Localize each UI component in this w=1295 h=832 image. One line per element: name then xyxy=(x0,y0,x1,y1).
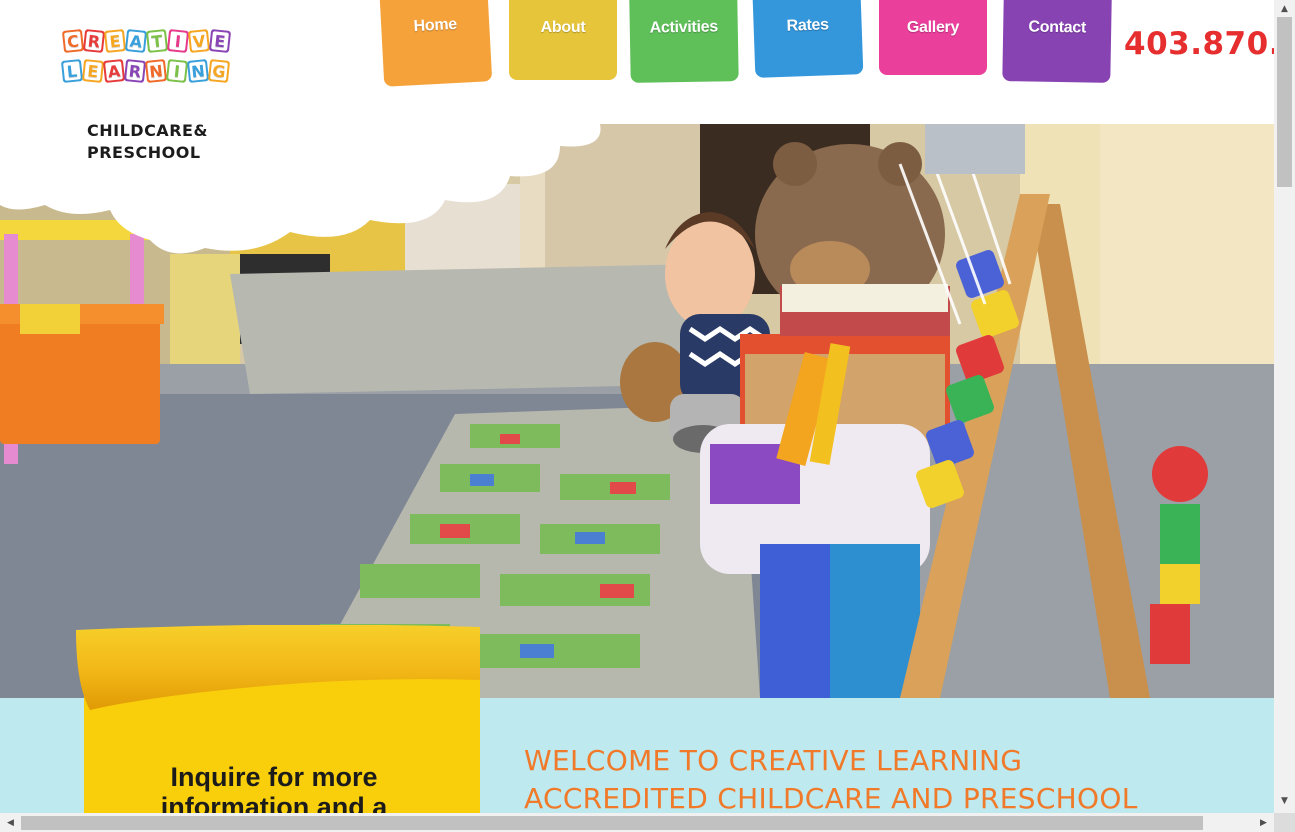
logo-creative-letter-tile: A xyxy=(124,29,148,53)
logo-creative-letter-tile: R xyxy=(82,29,106,53)
horizontal-scroll-thumb[interactable] xyxy=(21,816,1203,830)
scroll-left-arrow-icon[interactable]: ◀ xyxy=(2,813,19,832)
logo-learning-letter: N xyxy=(147,60,165,82)
logo-creative-letter: V xyxy=(190,30,208,52)
horizontal-scrollbar[interactable]: ◀ ▶ xyxy=(0,813,1274,832)
logo-creative-letter-tile: I xyxy=(166,29,190,53)
phone-number-link[interactable]: 403.870.8 xyxy=(1124,26,1274,62)
logo-learning-letter-tile: L xyxy=(60,59,84,83)
logo-subtitle: CHILDCARE& PRESCHOOL xyxy=(87,120,247,164)
logo-learning-letter: E xyxy=(84,61,102,81)
scroll-down-arrow-icon[interactable]: ▼ xyxy=(1274,792,1295,809)
logo-creative-letter-tile: E xyxy=(208,29,232,53)
logo-creative-letter: A xyxy=(127,30,145,52)
logo-creative-letter: E xyxy=(106,31,124,51)
logo-creative-letter: R xyxy=(85,30,103,52)
vertical-scroll-thumb[interactable] xyxy=(1277,17,1292,187)
logo-learning-letter: I xyxy=(168,61,186,81)
logo-learning-letter-tile: R xyxy=(123,59,147,83)
inquire-text-line2: information and a xyxy=(160,792,388,813)
logo-creative-letter: I xyxy=(169,31,187,51)
nav-contact[interactable]: Contact xyxy=(1002,0,1112,83)
nav-rates[interactable]: Rates xyxy=(752,0,864,78)
nav-activities[interactable]: Activities xyxy=(629,0,739,83)
logo-learning-letter-tile: N xyxy=(144,59,168,83)
logo-word-creative: CREATIVE xyxy=(61,29,232,53)
welcome-heading-line2: ACCREDITED CHILDCARE AND PRESCHOOL xyxy=(524,782,1138,813)
scrollbar-corner xyxy=(1274,813,1295,832)
inquire-text: Inquire for more information and a xyxy=(84,762,464,813)
welcome-heading-line1: WELCOME TO CREATIVE LEARNING xyxy=(524,744,1023,777)
logo-learning-letter-tile: N xyxy=(186,59,210,83)
logo-creative-letter: C xyxy=(64,31,82,51)
scroll-up-arrow-icon[interactable]: ▲ xyxy=(1274,0,1295,17)
logo-learning-letter-tile: E xyxy=(81,59,105,83)
welcome-heading: WELCOME TO CREATIVE LEARNING ACCREDITED … xyxy=(524,742,1264,813)
logo-learning-letter: L xyxy=(63,61,81,81)
nav-home[interactable]: Home xyxy=(379,0,493,87)
logo-creative-letter-tile: C xyxy=(61,29,85,53)
logo-creative-letter: E xyxy=(211,31,229,51)
logo-learning-letter-tile: G xyxy=(207,59,231,83)
logo-learning-letter-tile: A xyxy=(102,59,126,83)
logo-learning-letter: A xyxy=(105,60,123,82)
logo-learning-letter: G xyxy=(210,60,228,82)
logo-creative-letter-tile: V xyxy=(187,29,211,53)
logo-learning-letter: N xyxy=(189,60,207,82)
logo-subtitle-line2: PRESCHOOL xyxy=(87,143,201,162)
vertical-scrollbar[interactable]: ▲ ▼ xyxy=(1274,0,1295,813)
page-viewport: CREATIVE LEARNING CHILDCARE& PRESCHOOL H… xyxy=(0,0,1274,813)
site-logo[interactable]: CREATIVE LEARNING CHILDCARE& PRESCHOOL xyxy=(60,28,260,168)
nav-about[interactable]: About xyxy=(509,0,617,80)
inquire-text-line1: Inquire for more xyxy=(170,762,378,792)
logo-creative-letter-tile: T xyxy=(145,29,169,53)
logo-creative-letter: T xyxy=(148,31,166,51)
logo-word-learning: LEARNING xyxy=(60,59,231,83)
scroll-right-arrow-icon[interactable]: ▶ xyxy=(1255,813,1272,832)
logo-learning-letter-tile: I xyxy=(165,59,189,83)
logo-learning-letter: R xyxy=(126,60,144,82)
logo-subtitle-line1: CHILDCARE& xyxy=(87,121,208,140)
logo-creative-letter-tile: E xyxy=(103,29,127,53)
nav-gallery[interactable]: Gallery xyxy=(879,0,987,75)
